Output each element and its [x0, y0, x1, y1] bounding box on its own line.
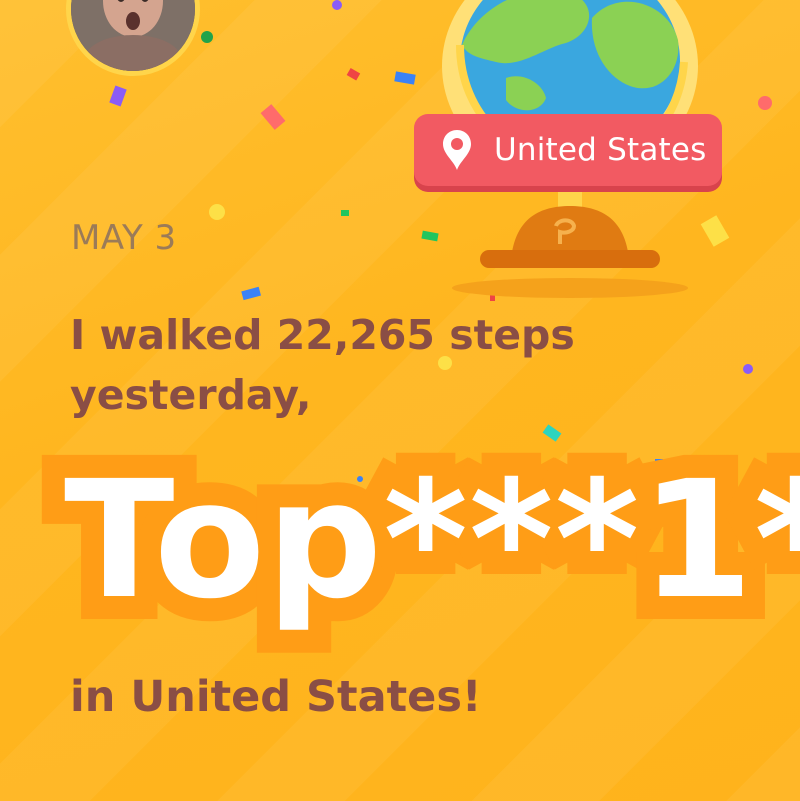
location-pin-icon — [443, 130, 471, 170]
location-badge[interactable]: United States — [414, 114, 722, 186]
location-badge-label: United States — [494, 132, 707, 168]
rank-banner: Top***1** — [41, 437, 800, 645]
steps-headline: I walked 22,265 steps yesterday, — [70, 311, 575, 419]
date-label: MAY 3 — [71, 218, 177, 258]
region-text: in United States! — [70, 672, 482, 722]
achievement-card: United States MAY 3 I walked 22,265 step… — [0, 0, 800, 801]
